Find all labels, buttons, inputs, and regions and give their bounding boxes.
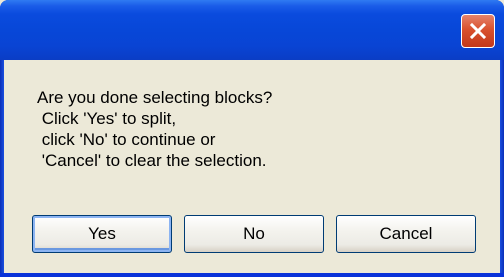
message-line: Click 'Yes' to split, <box>37 109 177 128</box>
no-button[interactable]: No <box>184 215 324 253</box>
message-line: 'Cancel' to clear the selection. <box>37 151 267 170</box>
yes-button[interactable]: Yes <box>32 215 172 253</box>
dialog-window: Are you done selecting blocks? Click 'Ye… <box>0 0 504 277</box>
window-frame-right <box>500 60 504 277</box>
title-bar[interactable] <box>0 0 504 60</box>
dialog-body: Are you done selecting blocks? Click 'Ye… <box>4 60 500 273</box>
message-line: click 'No' to continue or <box>37 130 216 149</box>
message-line: Are you done selecting blocks? <box>37 88 273 107</box>
close-button[interactable] <box>461 14 495 48</box>
close-icon <box>469 22 487 40</box>
cancel-button[interactable]: Cancel <box>336 215 476 253</box>
window-frame-bottom <box>0 273 504 277</box>
dialog-message: Are you done selecting blocks? Click 'Ye… <box>37 87 477 171</box>
